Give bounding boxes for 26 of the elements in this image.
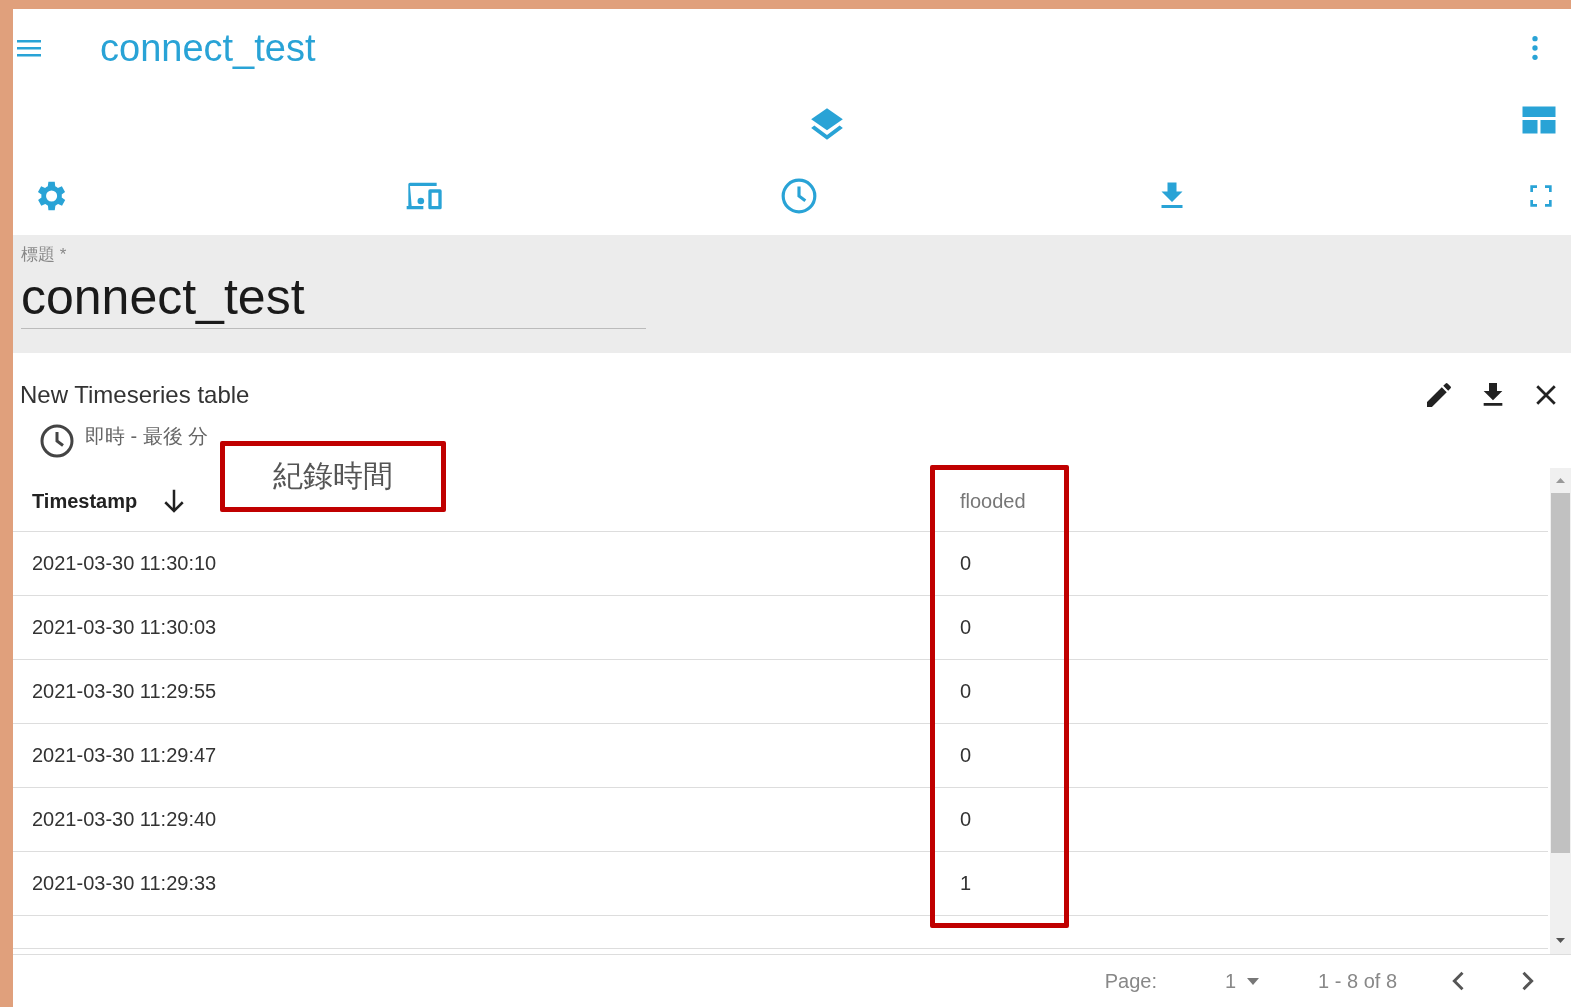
page-label: Page: bbox=[1104, 969, 1157, 993]
annotation-label: 紀錄時間 bbox=[220, 441, 446, 512]
title-input[interactable]: connect_test bbox=[21, 268, 646, 329]
column-header[interactable]: flooded bbox=[960, 489, 1026, 513]
table-cell-text: 2021-03-30 11:29:33 bbox=[31, 872, 218, 895]
table-cell-text: 2021-03-30 11:29:55 bbox=[31, 680, 218, 703]
range-label: 1 - 8 of 8 bbox=[1318, 969, 1397, 993]
table-cell-text: 2021-03-30 11:30:03 bbox=[31, 616, 218, 639]
dashboard-title: connect_test bbox=[100, 26, 317, 70]
dropdown-caret-icon bbox=[1246, 976, 1261, 986]
field-label: 標題 * bbox=[21, 244, 68, 266]
scrollbar[interactable] bbox=[1550, 468, 1571, 954]
table-cell-text: 0 bbox=[959, 680, 973, 703]
table-cell-text: 0 bbox=[959, 552, 973, 575]
table-cell-text: 2021-03-30 11:29:47 bbox=[31, 744, 218, 767]
table-cell-text: 2021-03-30 11:30:10 bbox=[31, 552, 218, 575]
page-select[interactable]: 1 bbox=[1174, 969, 1301, 993]
column-header[interactable]: Timestamp bbox=[32, 486, 190, 516]
clock-icon[interactable] bbox=[39, 423, 75, 459]
table-cell-text: 0 bbox=[959, 808, 973, 831]
table-cell-text: 2021-03-30 11:29:40 bbox=[31, 808, 218, 831]
table-cell-text: 0 bbox=[959, 616, 973, 639]
table-cell-text: 0 bbox=[959, 744, 973, 767]
widget-title: New Timeseries table bbox=[20, 381, 251, 409]
timewindow-label[interactable]: 即時 - 最後 分 bbox=[85, 423, 209, 450]
table-cell-text: 1 bbox=[959, 872, 973, 895]
